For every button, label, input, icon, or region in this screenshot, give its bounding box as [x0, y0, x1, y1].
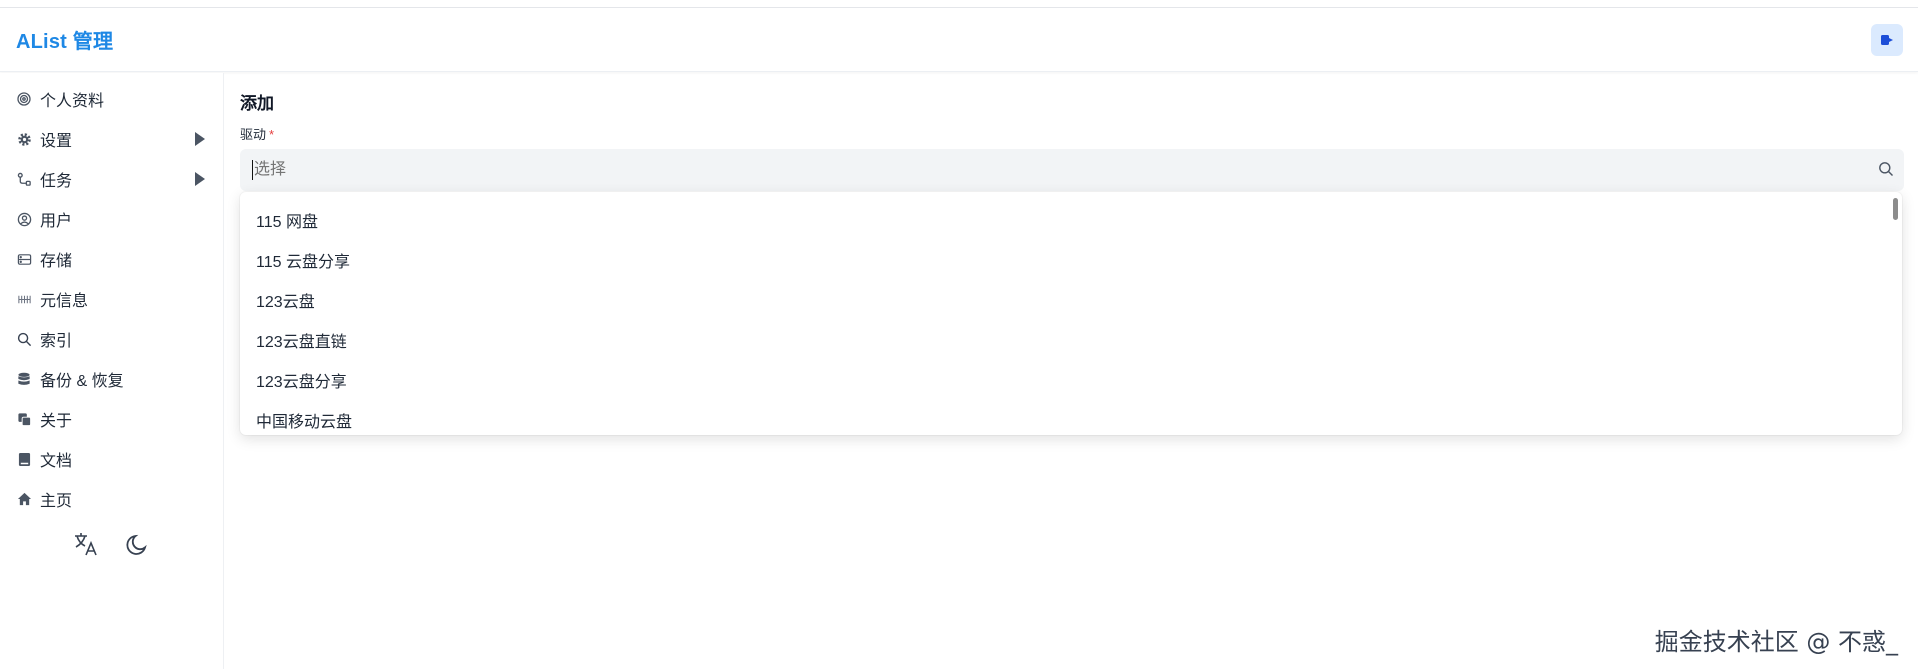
sidebar-item-label: 元信息 [40, 293, 89, 310]
sidebar-item-label: 个人资料 [40, 93, 105, 110]
required-mark: * [269, 127, 275, 142]
translate-icon [74, 533, 97, 556]
dropdown-option[interactable]: 123云盘直链 [240, 320, 1902, 360]
sidebar-item-label: 文档 [40, 453, 73, 470]
driver-field-label: 驱动 * [240, 124, 1904, 143]
moon-icon [126, 534, 147, 555]
task-flow-icon [16, 171, 32, 187]
sidebar-item-label: 备份 & 恢复 [40, 373, 124, 390]
dropdown-option[interactable]: 115 云盘分享 [240, 240, 1902, 280]
sidebar-item-label: 主页 [40, 493, 73, 510]
sidebar-item-storage[interactable]: 存储 [0, 239, 223, 279]
sidebar-item-home[interactable]: 主页 [0, 479, 223, 519]
driver-label-text: 驱动 [240, 127, 267, 142]
sidebar-item-index[interactable]: 索引 [0, 319, 223, 359]
gear-icon [16, 131, 32, 147]
main-content: 添加 驱动* 115 网盘 115 云盘分享 123云盘 123云盘直链 123… [240, 73, 1904, 435]
fingerprint-icon [16, 91, 32, 107]
driver-select[interactable] [240, 149, 1904, 191]
brand-title: AList 管理 [16, 31, 114, 53]
database-icon [16, 371, 32, 387]
storage-icon [16, 251, 32, 267]
sidebar-item-about[interactable]: 关于 [0, 399, 223, 439]
sidebar-item-label: 用户 [40, 213, 73, 230]
sidebar-item-docs[interactable]: 文档 [0, 439, 223, 479]
page-title: 添加 [240, 94, 274, 113]
window-top-border [0, 0, 1918, 8]
expand-arrow-icon [195, 132, 205, 146]
sidebar-tools [0, 529, 223, 559]
sidebar-item-label: 存储 [40, 253, 73, 270]
sidebar-item-profile[interactable]: 个人资料 [0, 79, 223, 119]
top-header: AList 管理 [0, 8, 1918, 72]
dropdown-option[interactable]: 123云盘 [240, 280, 1902, 320]
sidebar-item-backup[interactable]: 备份 & 恢复 [0, 359, 223, 399]
expand-arrow-icon [195, 172, 205, 186]
logout-button[interactable] [1871, 23, 1903, 56]
watermark: 掘金技术社区 @ 不惑_ [1654, 628, 1898, 656]
meta-icon [16, 291, 32, 307]
search-icon [16, 331, 32, 347]
home-icon [16, 491, 32, 507]
sidebar-item-label: 任务 [40, 173, 73, 190]
sidebar-item-settings[interactable]: 设置 [0, 119, 223, 159]
theme-toggle-button[interactable] [123, 529, 153, 559]
sidebar-item-tasks[interactable]: 任务 [0, 159, 223, 199]
dropdown-option[interactable]: 中国移动云盘 [240, 400, 1902, 435]
copy-icon [16, 411, 32, 427]
sidebar-item-label: 索引 [40, 333, 73, 350]
driver-dropdown-list[interactable]: 115 网盘 115 云盘分享 123云盘 123云盘直链 123云盘分享 中国… [240, 192, 1902, 435]
sidebar-item-users[interactable]: 用户 [0, 199, 223, 239]
book-icon [16, 451, 32, 467]
sidebar-item-label: 关于 [40, 413, 73, 430]
driver-search-input[interactable] [252, 160, 1852, 180]
dropdown-option[interactable]: 115 网盘 [240, 200, 1902, 240]
sidebar-item-label: 设置 [40, 133, 73, 150]
dropdown-option[interactable]: 123云盘分享 [240, 360, 1902, 400]
search-icon [1879, 162, 1893, 176]
sidebar: 个人资料 设置 任务 用户 存储 元信息 索引 备份 & 恢复 关于 文档 主页 [0, 73, 224, 669]
dropdown-scrollbar[interactable] [1893, 198, 1898, 220]
logout-icon [1881, 34, 1893, 45]
user-circle-icon [16, 211, 32, 227]
language-button[interactable] [71, 529, 101, 559]
sidebar-item-meta[interactable]: 元信息 [0, 279, 223, 319]
